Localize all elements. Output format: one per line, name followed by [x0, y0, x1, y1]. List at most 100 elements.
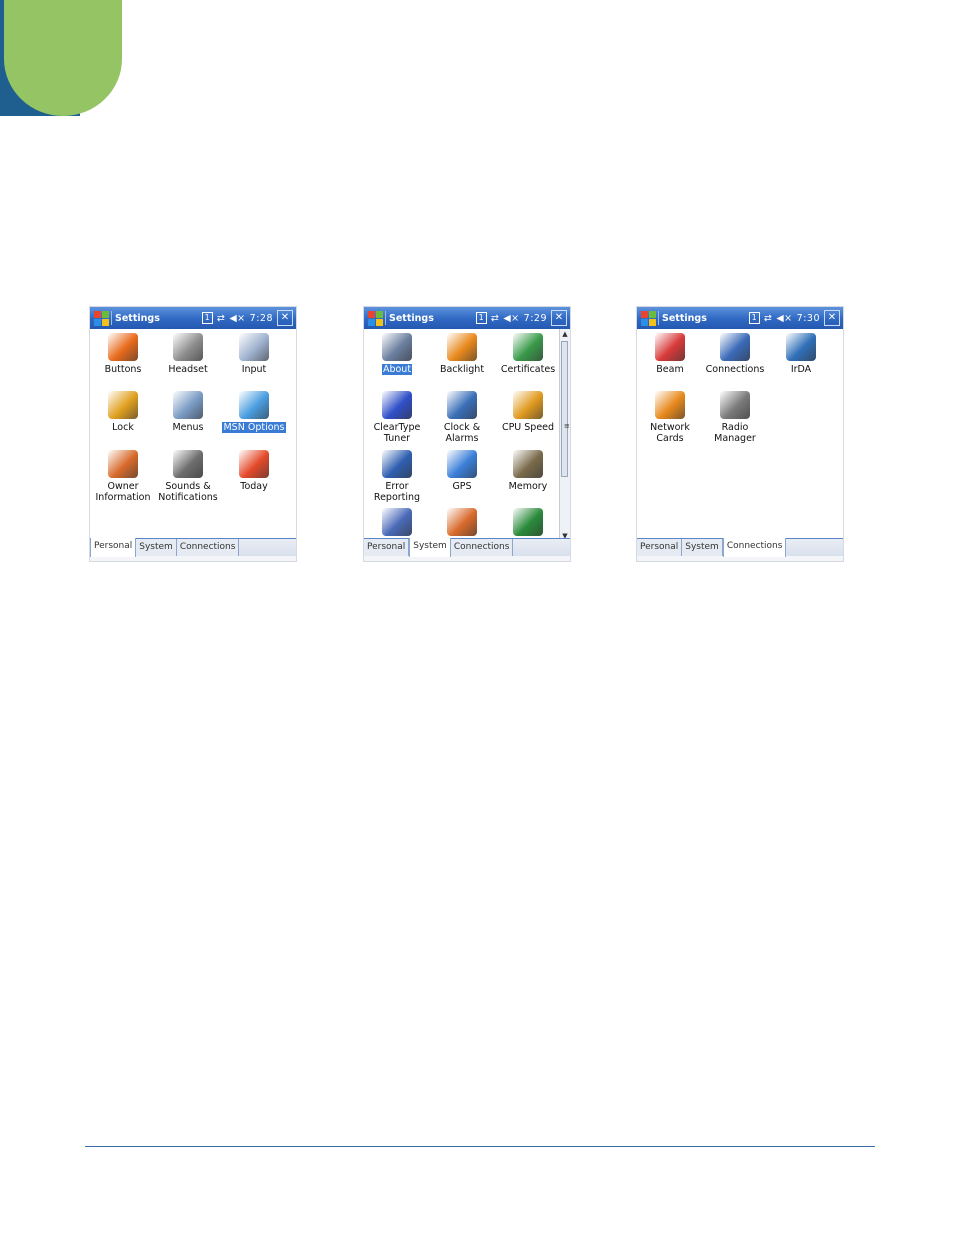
- tab-connections[interactable]: Connections: [176, 539, 240, 556]
- settings-item[interactable]: Lock: [90, 389, 156, 433]
- scroll-thumb[interactable]: ≡: [561, 341, 570, 477]
- settings-item[interactable]: Headset: [155, 331, 221, 375]
- connectivity-icon[interactable]: ⇄: [764, 313, 772, 324]
- tab-system[interactable]: System: [682, 539, 723, 556]
- screenshot-system: Settings 1 ⇄ ◀× 7:29 ✕ About Backlight Certifica…: [363, 306, 571, 562]
- settings-item[interactable]: Certificates: [495, 331, 561, 375]
- settings-item[interactable]: Input: [221, 331, 287, 375]
- settings-item[interactable]: [495, 506, 561, 539]
- settings-item[interactable]: IrDA: [768, 331, 834, 375]
- settings-item[interactable]: GPS: [429, 448, 495, 492]
- tab-system[interactable]: System: [136, 539, 177, 556]
- screenshot-connections: Settings 1 ⇄ ◀× 7:30 ✕ Beam Connections IrDA Netw…: [636, 306, 844, 562]
- title-separator: [111, 311, 112, 325]
- settings-item-label: Certificates: [500, 364, 556, 375]
- close-button[interactable]: ✕: [551, 310, 567, 326]
- settings-item-label: Network Cards: [650, 422, 690, 444]
- tab-bar-filler: [786, 539, 843, 556]
- footer-rule: [85, 1146, 875, 1147]
- title-bar: Settings 1 ⇄ ◀× 7:29 ✕: [364, 307, 570, 329]
- settings-item-label: Headset: [168, 364, 208, 375]
- regional-globe-icon: [513, 508, 543, 536]
- settings-item[interactable]: [364, 506, 430, 539]
- settings-item[interactable]: [429, 506, 495, 539]
- tab-system[interactable]: System: [409, 538, 451, 557]
- clock-time[interactable]: 7:28: [250, 313, 273, 324]
- settings-item-label: Input: [241, 364, 267, 375]
- volume-muted-icon[interactable]: ◀×: [503, 313, 519, 324]
- settings-item-label: Sounds & Notifications: [158, 481, 218, 503]
- clock-icon: [447, 391, 477, 419]
- settings-item[interactable]: Memory: [495, 448, 561, 492]
- error-report-icon: [382, 450, 412, 478]
- title-bar: Settings 1 ⇄ ◀× 7:28 ✕: [90, 307, 296, 329]
- window-title: Settings: [389, 312, 434, 324]
- connectivity-icon[interactable]: ⇄: [491, 313, 499, 324]
- status-area: 1 ⇄ ◀× 7:30: [748, 312, 820, 324]
- settings-item[interactable]: Connections: [702, 331, 768, 375]
- settings-item-label: CPU Speed: [501, 422, 555, 433]
- settings-item-label: Radio Manager: [714, 422, 756, 444]
- scroll-up-arrow-icon[interactable]: ▲: [560, 329, 570, 339]
- tab-personal[interactable]: Personal: [364, 539, 410, 556]
- window-title: Settings: [115, 312, 160, 324]
- settings-item[interactable]: Today: [221, 448, 287, 492]
- settings-item-label: IrDA: [790, 364, 812, 375]
- certificate-icon: [513, 333, 543, 361]
- settings-item-label: Buttons: [104, 364, 142, 375]
- volume-muted-icon[interactable]: ◀×: [776, 313, 792, 324]
- settings-item[interactable]: Buttons: [90, 331, 156, 375]
- irda-icon: [786, 333, 816, 361]
- cleartype-icon: [382, 391, 412, 419]
- notification-badge[interactable]: 1: [748, 312, 760, 324]
- settings-item-label: Menus: [172, 422, 204, 433]
- close-button[interactable]: ✕: [824, 310, 840, 326]
- notification-badge[interactable]: 1: [201, 312, 213, 324]
- settings-item[interactable]: ClearType Tuner: [364, 389, 430, 444]
- settings-item-label: Backlight: [439, 364, 485, 375]
- settings-item-label: Lock: [112, 422, 134, 433]
- settings-item[interactable]: Owner Information: [90, 448, 156, 503]
- settings-item[interactable]: Error Reporting: [364, 448, 430, 503]
- settings-item[interactable]: Menus: [155, 389, 221, 433]
- beam-icon: [655, 333, 685, 361]
- today-icon: [239, 450, 269, 478]
- settings-item[interactable]: Beam: [637, 331, 703, 375]
- tab-bar: Personal System Connections: [637, 538, 843, 561]
- settings-item-label: MSN Options: [222, 422, 286, 433]
- settings-item[interactable]: About: [364, 331, 430, 375]
- notification-badge[interactable]: 1: [475, 312, 487, 324]
- settings-item[interactable]: Clock & Alarms: [429, 389, 495, 444]
- settings-item[interactable]: CPU Speed: [495, 389, 561, 433]
- connectivity-icon[interactable]: ⇄: [217, 313, 225, 324]
- headset-icon: [173, 333, 203, 361]
- buttons-icon: [108, 333, 138, 361]
- power-icon: [447, 508, 477, 536]
- tab-connections[interactable]: Connections: [450, 539, 514, 556]
- settings-icon-grid: Beam Connections IrDA Network Cards Radio Ma…: [637, 329, 843, 541]
- status-area: 1 ⇄ ◀× 7:29: [475, 312, 547, 324]
- settings-item[interactable]: Network Cards: [637, 389, 703, 444]
- cpu-speed-icon: [513, 391, 543, 419]
- settings-item[interactable]: Backlight: [429, 331, 495, 375]
- settings-item-label: Today: [240, 481, 268, 492]
- settings-item[interactable]: MSN Options: [221, 389, 287, 433]
- settings-item[interactable]: Sounds & Notifications: [155, 448, 221, 503]
- volume-muted-icon[interactable]: ◀×: [229, 313, 245, 324]
- start-flag-icon[interactable]: [639, 309, 657, 327]
- settings-item-label: Clock & Alarms: [443, 422, 481, 444]
- start-flag-icon[interactable]: [92, 309, 110, 327]
- tab-bar: Personal System Connections: [364, 538, 570, 561]
- tab-bar: Personal System Connections: [90, 538, 296, 561]
- screenshot-personal: Settings 1 ⇄ ◀× 7:28 ✕ Buttons Headset Input Lock…: [89, 306, 297, 562]
- title-bar: Settings 1 ⇄ ◀× 7:30 ✕: [637, 307, 843, 329]
- vertical-scrollbar[interactable]: ▲ ≡ ▼: [559, 329, 570, 541]
- settings-item[interactable]: Radio Manager: [702, 389, 768, 444]
- close-button[interactable]: ✕: [277, 310, 293, 326]
- tab-personal[interactable]: Personal: [90, 538, 137, 557]
- tab-connections[interactable]: Connections: [722, 538, 787, 557]
- clock-time[interactable]: 7:29: [524, 313, 547, 324]
- tab-personal[interactable]: Personal: [637, 539, 683, 556]
- start-flag-icon[interactable]: [366, 309, 384, 327]
- clock-time[interactable]: 7:30: [797, 313, 820, 324]
